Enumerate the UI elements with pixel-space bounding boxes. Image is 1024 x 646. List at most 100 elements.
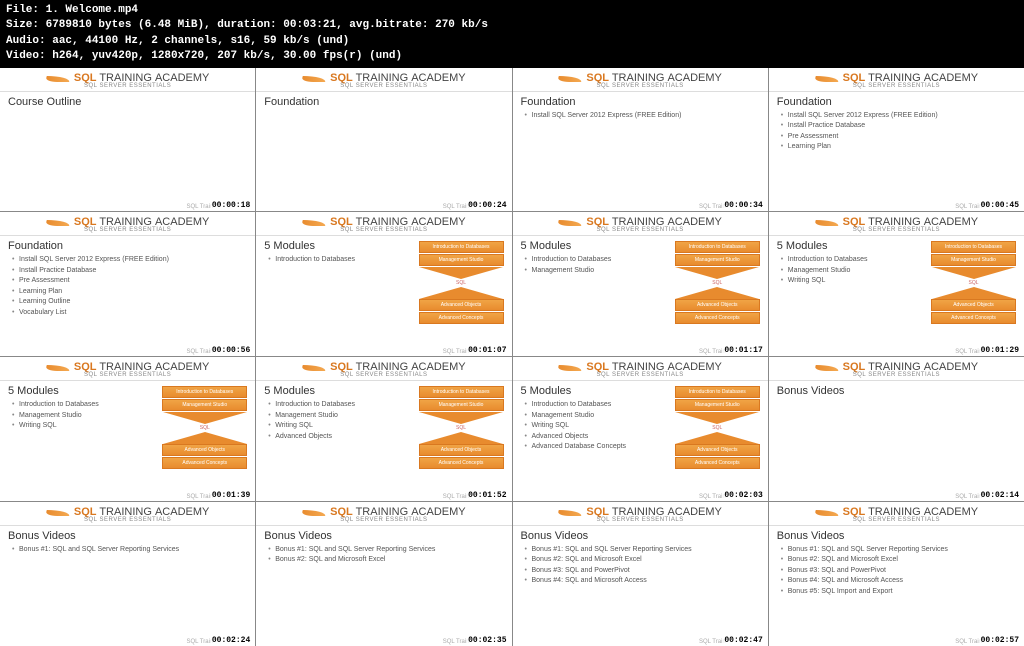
bullet-item: Bonus #3: SQL and PowerPivot [525, 566, 760, 577]
slide-logo: SQL TRAINING ACADEMYSQL SERVER ESSENTIAL… [256, 502, 511, 526]
bullet-list: Introduction to Databases [264, 255, 396, 266]
bullet-list: Introduction to DatabasesManagement Stud… [777, 255, 909, 287]
swoosh-icon [46, 72, 70, 84]
bullet-item: Management Studio [12, 411, 140, 422]
timestamp: 00:00:56 [210, 346, 252, 355]
bullet-item: Install Practice Database [781, 121, 1016, 132]
timestamp: 00:00:34 [722, 201, 764, 210]
timestamp: 00:00:45 [979, 201, 1021, 210]
thumbnail-6[interactable]: SQL TRAINING ACADEMYSQL SERVER ESSENTIAL… [513, 212, 768, 356]
slide-logo: SQL TRAINING ACADEMYSQL SERVER ESSENTIAL… [256, 212, 511, 236]
thumbnail-14[interactable]: SQL TRAINING ACADEMYSQL SERVER ESSENTIAL… [513, 502, 768, 646]
bullet-list: Introduction to DatabasesManagement Stud… [264, 400, 396, 442]
slide-content: Course Outline [0, 92, 255, 212]
thumbnail-4[interactable]: SQL TRAINING ACADEMYSQL SERVER ESSENTIAL… [0, 212, 255, 356]
timestamp: 00:01:17 [722, 346, 764, 355]
thumbnail-15[interactable]: SQL TRAINING ACADEMYSQL SERVER ESSENTIAL… [769, 502, 1024, 646]
timestamp: 00:02:47 [722, 636, 764, 645]
thumbnail-10[interactable]: SQL TRAINING ACADEMYSQL SERVER ESSENTIAL… [513, 357, 768, 501]
thumbnail-2[interactable]: SQL TRAINING ACADEMYSQL SERVER ESSENTIAL… [513, 68, 768, 212]
timestamp: 00:00:24 [466, 201, 508, 210]
bullet-item: Advanced Objects [268, 432, 396, 443]
slide-logo: SQL TRAINING ACADEMYSQL SERVER ESSENTIAL… [769, 212, 1024, 236]
slide-content: 5 ModulesIntroduction to DatabasesManage… [256, 381, 511, 501]
bullet-list: Install SQL Server 2012 Express (FREE Ed… [8, 255, 247, 318]
bullet-item: Writing SQL [268, 421, 396, 432]
slide-content: Bonus VideosBonus #1: SQL and SQL Server… [769, 526, 1024, 646]
slide-logo: SQL TRAINING ACADEMYSQL SERVER ESSENTIAL… [513, 357, 768, 381]
swoosh-icon [815, 216, 839, 228]
bullet-list: Bonus #1: SQL and SQL Server Reporting S… [521, 545, 760, 587]
slide-content: Foundation [256, 92, 511, 212]
bullet-item: Introduction to Databases [781, 255, 909, 266]
bullet-item: Introduction to Databases [12, 400, 140, 411]
bullet-item: Introduction to Databases [268, 400, 396, 411]
thumbnail-1[interactable]: SQL TRAINING ACADEMYSQL SERVER ESSENTIAL… [256, 68, 511, 212]
bullet-item: Learning Plan [12, 287, 247, 298]
slide-content: 5 ModulesIntroduction to DatabasesIntrod… [256, 236, 511, 356]
module-diagram: Introduction to DatabasesManagement Stud… [162, 386, 247, 470]
media-info-header: File: 1. Welcome.mp4 Size: 6789810 bytes… [0, 0, 1024, 68]
slide-logo: SQL TRAINING ACADEMYSQL SERVER ESSENTIAL… [0, 357, 255, 381]
bullet-item: Bonus #3: SQL and PowerPivot [781, 566, 1016, 577]
bullet-item: Advanced Objects [525, 432, 653, 443]
slide-content: FoundationInstall SQL Server 2012 Expres… [769, 92, 1024, 212]
thumbnail-9[interactable]: SQL TRAINING ACADEMYSQL SERVER ESSENTIAL… [256, 357, 511, 501]
thumbnail-3[interactable]: SQL TRAINING ACADEMYSQL SERVER ESSENTIAL… [769, 68, 1024, 212]
bullet-item: Writing SQL [781, 276, 909, 287]
bullet-item: Bonus #2: SQL and Microsoft Excel [525, 555, 760, 566]
swoosh-icon [302, 506, 326, 518]
slide-logo: SQL TRAINING ACADEMYSQL SERVER ESSENTIAL… [513, 212, 768, 236]
timestamp: 00:01:39 [210, 491, 252, 500]
module-diagram: Introduction to DatabasesManagement Stud… [675, 241, 760, 325]
bullet-item: Introduction to Databases [268, 255, 396, 266]
bullet-item: Bonus #2: SQL and Microsoft Excel [268, 555, 503, 566]
thumbnail-7[interactable]: SQL TRAINING ACADEMYSQL SERVER ESSENTIAL… [769, 212, 1024, 356]
thumbnail-0[interactable]: SQL TRAINING ACADEMYSQL SERVER ESSENTIAL… [0, 68, 255, 212]
thumbnail-12[interactable]: SQL TRAINING ACADEMYSQL SERVER ESSENTIAL… [0, 502, 255, 646]
swoosh-icon [558, 361, 582, 373]
bullet-item: Bonus #1: SQL and SQL Server Reporting S… [525, 545, 760, 556]
bullet-item: Bonus #1: SQL and SQL Server Reporting S… [12, 545, 247, 556]
slide-title: Bonus Videos [777, 385, 1016, 397]
swoosh-icon [558, 72, 582, 84]
bullet-item: Bonus #2: SQL and Microsoft Excel [781, 555, 1016, 566]
slide-title: Bonus Videos [8, 530, 247, 542]
bullet-list: Bonus #1: SQL and SQL Server Reporting S… [264, 545, 503, 566]
swoosh-icon [302, 361, 326, 373]
thumbnail-11[interactable]: SQL TRAINING ACADEMYSQL SERVER ESSENTIAL… [769, 357, 1024, 501]
slide-content: 5 ModulesIntroduction to DatabasesManage… [513, 236, 768, 356]
bullet-list: Bonus #1: SQL and SQL Server Reporting S… [777, 545, 1016, 598]
bullet-item: Pre Assessment [12, 276, 247, 287]
slide-content: FoundationInstall SQL Server 2012 Expres… [513, 92, 768, 212]
timestamp: 00:01:29 [979, 346, 1021, 355]
bullet-item: Install SQL Server 2012 Express (FREE Ed… [781, 111, 1016, 122]
slide-title: Course Outline [8, 96, 247, 108]
swoosh-icon [46, 361, 70, 373]
swoosh-icon [558, 216, 582, 228]
slide-title: Foundation [8, 240, 247, 252]
bullet-item: Advanced Database Concepts [525, 442, 653, 453]
bullet-item: Bonus #4: SQL and Microsoft Access [781, 576, 1016, 587]
slide-logo: SQL TRAINING ACADEMYSQL SERVER ESSENTIAL… [0, 68, 255, 92]
bullet-item: Bonus #5: SQL Import and Export [781, 587, 1016, 598]
swoosh-icon [302, 72, 326, 84]
bullet-list: Introduction to DatabasesManagement Stud… [8, 400, 140, 432]
swoosh-icon [815, 72, 839, 84]
slide-title: Foundation [264, 96, 503, 108]
timestamp: 00:01:52 [466, 491, 508, 500]
bullet-item: Introduction to Databases [525, 400, 653, 411]
bullet-list: Install SQL Server 2012 Express (FREE Ed… [521, 111, 760, 122]
thumbnail-13[interactable]: SQL TRAINING ACADEMYSQL SERVER ESSENTIAL… [256, 502, 511, 646]
slide-content: 5 ModulesIntroduction to DatabasesManage… [0, 381, 255, 501]
bullet-list: Introduction to DatabasesManagement Stud… [521, 400, 653, 453]
module-diagram: Introduction to DatabasesManagement Stud… [419, 241, 504, 325]
thumbnail-5[interactable]: SQL TRAINING ACADEMYSQL SERVER ESSENTIAL… [256, 212, 511, 356]
slide-logo: SQL TRAINING ACADEMYSQL SERVER ESSENTIAL… [256, 357, 511, 381]
thumbnail-8[interactable]: SQL TRAINING ACADEMYSQL SERVER ESSENTIAL… [0, 357, 255, 501]
slide-content: Bonus Videos Bonus #1: SQL and SQL Server… [0, 526, 255, 646]
thumbnail-grid: SQL TRAINING ACADEMYSQL SERVER ESSENTIAL… [0, 68, 1024, 646]
bullet-list: Introduction to DatabasesManagement Stud… [521, 255, 653, 276]
swoosh-icon [302, 216, 326, 228]
bullet-item: Management Studio [781, 266, 909, 277]
